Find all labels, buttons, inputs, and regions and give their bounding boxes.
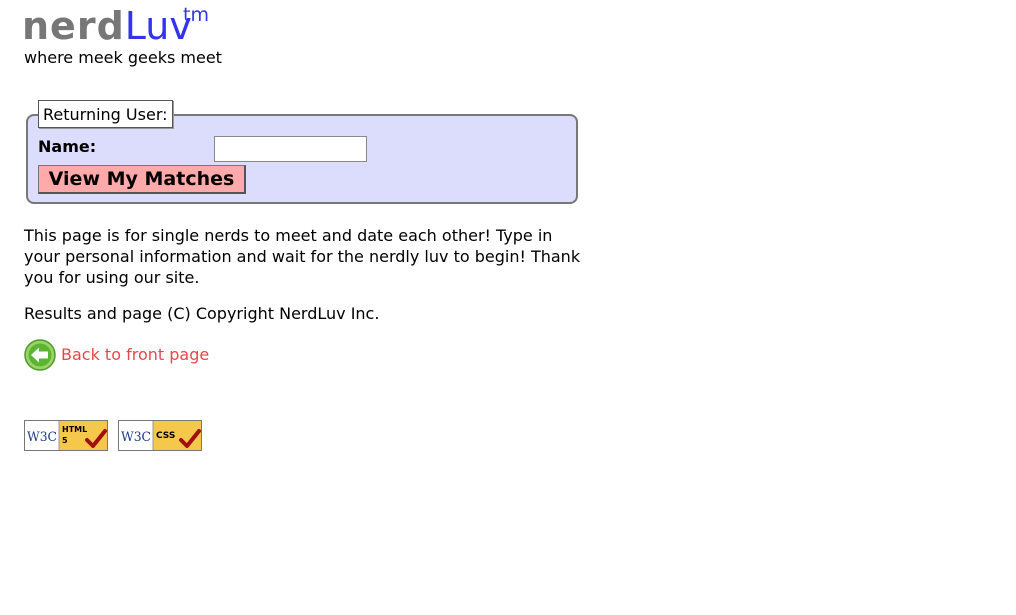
returning-user-legend: Returning User: [38, 100, 173, 128]
badge-w3c-text: W3C [121, 430, 151, 445]
back-link-label: Back to front page [61, 345, 210, 364]
back-to-front-page-link[interactable]: Back to front page [24, 339, 209, 371]
name-label: Name: [38, 137, 97, 156]
badge-five-text: 5 [62, 436, 68, 445]
w3c-css-badge[interactable]: W3C CSS [118, 420, 202, 451]
logo-nerd-text: nerd [22, 4, 125, 48]
badge-css-text: CSS [156, 431, 175, 441]
logo-luv-text: Luv [124, 4, 192, 48]
name-input[interactable] [214, 136, 367, 162]
copyright-text: Results and page (C) Copyright NerdLuv I… [24, 304, 380, 323]
intro-text: This page is for single nerds to meet an… [24, 226, 581, 287]
page: nerdLuv tm where meek geeks meet Returni… [0, 0, 1016, 615]
badge-w3c-text: W3C [27, 430, 57, 445]
tagline: where meek geeks meet [24, 48, 222, 67]
site-logo: nerdLuv tm [22, 4, 209, 48]
logo-trademark: tm [183, 4, 209, 26]
badge-html-text: HTML [62, 425, 87, 434]
w3c-html5-badge[interactable]: W3C HTML 5 [24, 420, 108, 451]
view-my-matches-button[interactable]: View My Matches [38, 165, 246, 194]
back-arrow-icon [24, 339, 56, 371]
